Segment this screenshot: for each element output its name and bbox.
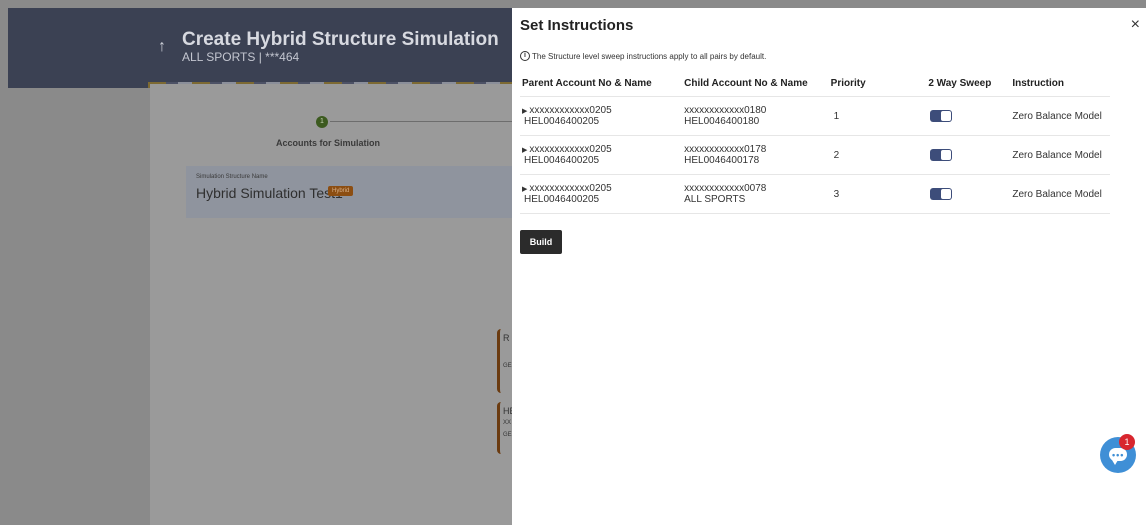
info-icon: i (520, 51, 530, 61)
node-text: HE (503, 406, 516, 416)
column-header-priority: Priority (830, 77, 866, 89)
instruction-cell: Zero Balance Model (1012, 149, 1102, 161)
column-header-parent: Parent Account No & Name (522, 77, 652, 89)
sweep-cell (928, 149, 1012, 161)
toggle-knob (941, 150, 952, 160)
two-way-sweep-toggle[interactable] (930, 149, 953, 161)
column-header-sweep: 2 Way Sweep (928, 77, 992, 89)
parent-account-no: xxxxxxxxxxxx0205 (529, 144, 612, 155)
parent-account-cell[interactable]: ▶ xxxxxxxxxxxx0205 HEL0046400205 (520, 144, 684, 166)
close-icon[interactable]: × (1131, 16, 1140, 34)
sweep-cell (928, 110, 1012, 122)
node-text: GE (503, 432, 512, 438)
toggle-knob (941, 189, 952, 199)
expand-caret-icon[interactable]: ▶ (522, 108, 527, 115)
child-account-name: HEL0046400178 (684, 155, 760, 166)
structure-node: R GE (497, 329, 512, 393)
instructions-table: Parent Account No & Name Child Account N… (520, 70, 1110, 214)
table-row: ▶ xxxxxxxxxxxx0205 HEL0046400205 xxxxxxxx… (520, 136, 1110, 175)
background-card (150, 84, 512, 525)
two-way-sweep-toggle[interactable] (930, 110, 953, 122)
parent-account-cell[interactable]: ▶ xxxxxxxxxxxx0205 HEL0046400205 (520, 105, 684, 127)
child-account-name: HEL0046400180 (684, 116, 760, 127)
column-header-instruction: Instruction (1012, 77, 1064, 89)
table-header: Parent Account No & Name Child Account N… (520, 70, 1110, 97)
parent-account-no: xxxxxxxxxxxx0205 (529, 105, 612, 116)
notification-badge: 1 (1119, 434, 1135, 450)
priority-cell: 1 (833, 110, 840, 122)
parent-account-name: HEL0046400205 (524, 194, 600, 205)
node-text: R (503, 333, 510, 343)
step-indicator: 1 (316, 116, 328, 128)
step-line (330, 121, 512, 122)
back-arrow-icon[interactable]: ↑ (158, 38, 166, 56)
page-title: Create Hybrid Structure Simulation (182, 29, 499, 50)
child-account-no: xxxxxxxxxxxx0180 (684, 105, 767, 116)
instruction-cell: Zero Balance Model (1012, 188, 1102, 200)
instruction-cell: Zero Balance Model (1012, 110, 1102, 122)
simulation-structure-name: Hybrid Simulation Test1 (196, 185, 343, 201)
parent-account-name: HEL0046400205 (524, 155, 600, 166)
expand-caret-icon[interactable]: ▶ (522, 186, 527, 193)
info-message: i The Structure level sweep instructions… (520, 51, 766, 61)
simulation-structure-label: Simulation Structure Name (196, 174, 268, 180)
two-way-sweep-toggle[interactable] (930, 188, 953, 200)
child-account-cell: xxxxxxxxxxxx0180 HEL0046400180 (684, 105, 831, 127)
priority-cell: 2 (833, 149, 840, 161)
build-button[interactable]: Build (520, 230, 562, 254)
page-subtitle: ALL SPORTS | ***464 (182, 50, 300, 64)
node-text: GE (503, 363, 512, 369)
parent-account-cell[interactable]: ▶ xxxxxxxxxxxx0205 HEL0046400205 (520, 183, 684, 205)
table-row: ▶ xxxxxxxxxxxx0205 HEL0046400205 xxxxxxxx… (520, 97, 1110, 136)
step-label: Accounts for Simulation (276, 138, 381, 148)
column-header-child: Child Account No & Name (684, 77, 808, 89)
info-text: The Structure level sweep instructions a… (532, 51, 767, 61)
node-text: XX (503, 420, 512, 426)
chat-dots: ••• (1112, 450, 1125, 460)
sweep-cell (928, 188, 1012, 200)
panel-title: Set Instructions (520, 17, 634, 34)
set-instructions-panel: Set Instructions × i The Structure level… (512, 8, 1146, 525)
child-account-no: xxxxxxxxxxxx0078 (684, 183, 767, 194)
parent-account-name: HEL0046400205 (524, 116, 600, 127)
child-account-no: xxxxxxxxxxxx0178 (684, 144, 767, 155)
hybrid-badge: Hybrid (328, 186, 354, 196)
toggle-knob (941, 111, 952, 121)
parent-account-no: xxxxxxxxxxxx0205 (529, 183, 612, 194)
priority-cell: 3 (833, 188, 840, 200)
structure-node: HE XX GE (497, 402, 516, 454)
child-account-cell: xxxxxxxxxxxx0078 ALL SPORTS (684, 183, 831, 205)
child-account-name: ALL SPORTS (684, 194, 746, 205)
child-account-cell: xxxxxxxxxxxx0178 HEL0046400178 (684, 144, 831, 166)
expand-caret-icon[interactable]: ▶ (522, 147, 527, 154)
table-row: ▶ xxxxxxxxxxxx0205 HEL0046400205 xxxxxxxx… (520, 175, 1110, 214)
